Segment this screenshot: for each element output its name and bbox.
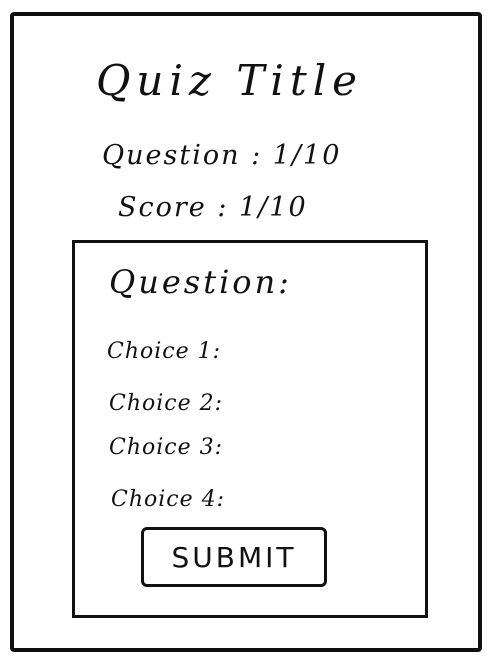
choice-3-option[interactable]: Choice 3:	[109, 435, 223, 460]
question-counter: Question : 1/10	[102, 140, 342, 171]
choice-1-option[interactable]: Choice 1:	[107, 339, 221, 364]
submit-button[interactable]: SUBMIT	[141, 527, 327, 587]
score-counter: Score : 1/10	[118, 192, 308, 223]
question-card: Question: Choice 1: Choice 2: Choice 3: …	[72, 240, 428, 618]
choice-4-option[interactable]: Choice 4:	[111, 487, 225, 512]
choice-2-option[interactable]: Choice 2:	[109, 391, 223, 416]
question-label: Question:	[109, 263, 292, 301]
quiz-title: Quiz Title	[96, 56, 364, 105]
